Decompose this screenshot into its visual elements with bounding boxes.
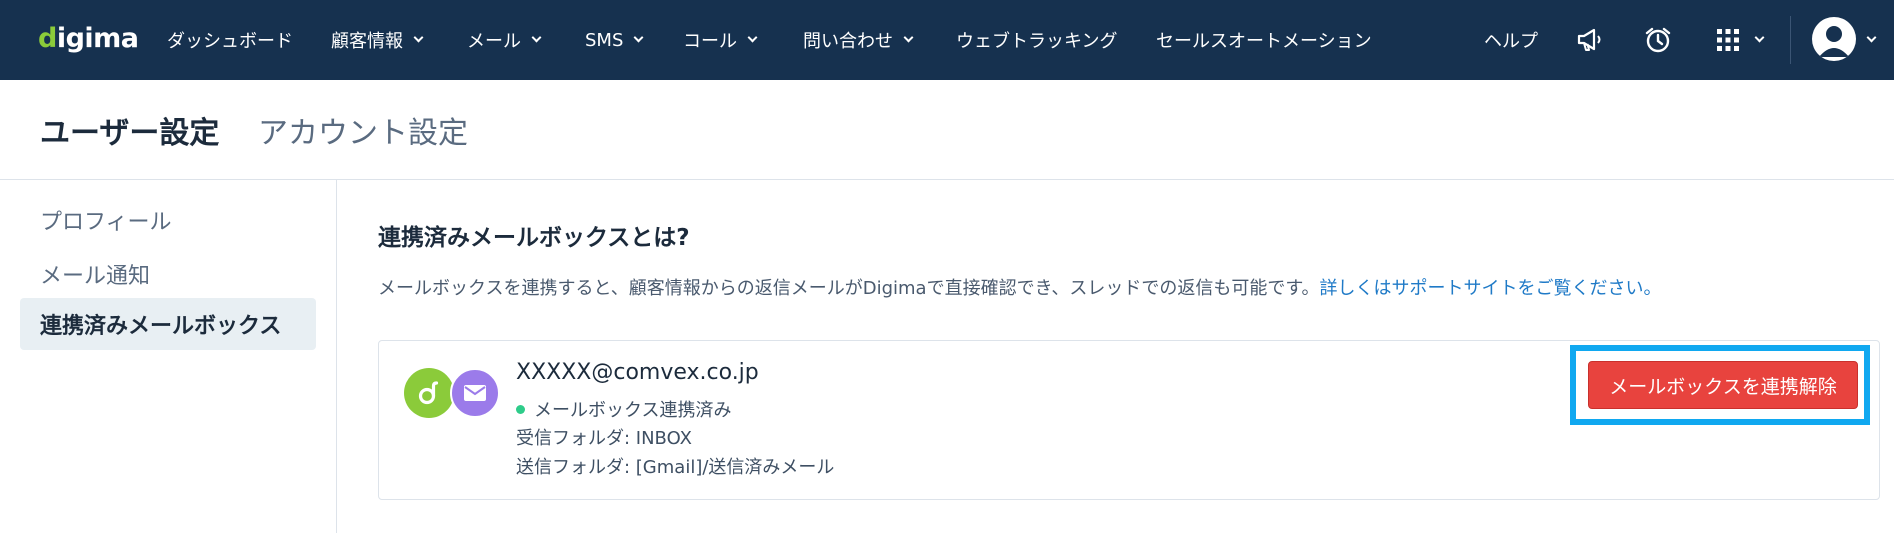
mailbox-status: メールボックス連携済み bbox=[516, 396, 731, 422]
sidebar-item-profile[interactable]: プロフィール bbox=[20, 194, 316, 246]
logo-text: igima bbox=[56, 22, 139, 54]
chevron-down-icon bbox=[413, 32, 424, 43]
settings-header: ユーザー設定 アカウント設定 bbox=[0, 80, 1894, 180]
nav-help[interactable]: ヘルプ bbox=[1484, 0, 1538, 80]
support-site-link[interactable]: 詳しくはサポートサイトをご覧ください。 bbox=[1320, 278, 1662, 299]
tab-user-settings[interactable]: ユーザー設定 bbox=[40, 108, 219, 152]
disconnect-mailbox-button[interactable]: メールボックスを連携解除 bbox=[1588, 361, 1858, 409]
nav-call[interactable]: コール bbox=[683, 0, 758, 80]
chevron-down-icon bbox=[531, 32, 542, 43]
mailbox-email: XXXXX@comvex.co.jp bbox=[516, 360, 759, 385]
mail-icon bbox=[450, 368, 500, 418]
tab-account-settings[interactable]: アカウント設定 bbox=[258, 108, 468, 152]
user-avatar-icon[interactable] bbox=[1812, 17, 1856, 61]
nav-label: SMS bbox=[585, 29, 624, 51]
chevron-down-icon[interactable] bbox=[1866, 32, 1877, 43]
nav-label: 問い合わせ bbox=[803, 31, 893, 52]
nav-customer-info[interactable]: 顧客情報 bbox=[331, 0, 424, 80]
sidebar-item-connected-mailbox[interactable]: 連携済みメールボックス bbox=[20, 298, 316, 350]
nav-dashboard[interactable]: ダッシュボード bbox=[167, 0, 293, 80]
sidebar-item-mail-notification[interactable]: メール通知 bbox=[20, 248, 316, 300]
nav-inquiries[interactable]: 問い合わせ bbox=[803, 0, 914, 80]
nav-label: セールスオートメーション bbox=[1156, 31, 1372, 52]
chevron-down-icon[interactable] bbox=[1754, 32, 1765, 43]
status-dot-icon bbox=[516, 404, 525, 414]
section-description: メールボックスを連携すると、顧客情報からの返信メールがDigimaで直接確認でき… bbox=[378, 274, 1662, 300]
nav-label: ウェブトラッキング bbox=[956, 31, 1118, 52]
top-navbar: d igima ダッシュボード 顧客情報 メール SMS コール 問い合わせ ウェ… bbox=[0, 0, 1894, 80]
settings-sidebar: プロフィール メール通知 連携済みメールボックス bbox=[0, 180, 337, 533]
nav-label: ダッシュボード bbox=[167, 31, 293, 52]
alarm-clock-icon[interactable] bbox=[1642, 24, 1674, 56]
mailbox-sent-folder: 送信フォルダ: [Gmail]/送信済みメール bbox=[516, 457, 835, 478]
apps-grid-icon[interactable] bbox=[1712, 24, 1744, 56]
nav-mail[interactable]: メール bbox=[467, 0, 542, 80]
nav-label: コール bbox=[683, 31, 737, 52]
mailbox-inbox-folder: 受信フォルダ: INBOX bbox=[516, 428, 692, 449]
megaphone-icon[interactable] bbox=[1574, 24, 1606, 56]
nav-label: メール bbox=[467, 31, 521, 52]
sidebar-item-label: メール通知 bbox=[40, 264, 151, 289]
sidebar-item-label: プロフィール bbox=[40, 210, 172, 235]
nav-web-tracking[interactable]: ウェブトラッキング bbox=[956, 0, 1117, 80]
chevron-down-icon bbox=[747, 32, 758, 43]
nav-label: ヘルプ bbox=[1484, 31, 1538, 52]
nav-sales-automation[interactable]: セールスオートメーション bbox=[1156, 0, 1372, 80]
sidebar-item-label: 連携済みメールボックス bbox=[40, 314, 282, 339]
nav-label: 顧客情報 bbox=[331, 31, 403, 52]
section-title: 連携済みメールボックスとは? bbox=[378, 225, 690, 251]
nav-sms[interactable]: SMS bbox=[585, 0, 644, 80]
digima-logo[interactable]: d igima bbox=[38, 20, 139, 56]
logo-prefix: d bbox=[38, 22, 57, 54]
mailbox-status-text: メールボックス連携済み bbox=[534, 400, 732, 421]
description-text: メールボックスを連携すると、顧客情報からの返信メールがDigimaで直接確認でき… bbox=[378, 278, 1320, 299]
chevron-down-icon bbox=[903, 32, 914, 43]
nav-divider bbox=[1790, 16, 1791, 64]
digima-logo-icon bbox=[404, 368, 454, 418]
chevron-down-icon bbox=[633, 32, 644, 43]
